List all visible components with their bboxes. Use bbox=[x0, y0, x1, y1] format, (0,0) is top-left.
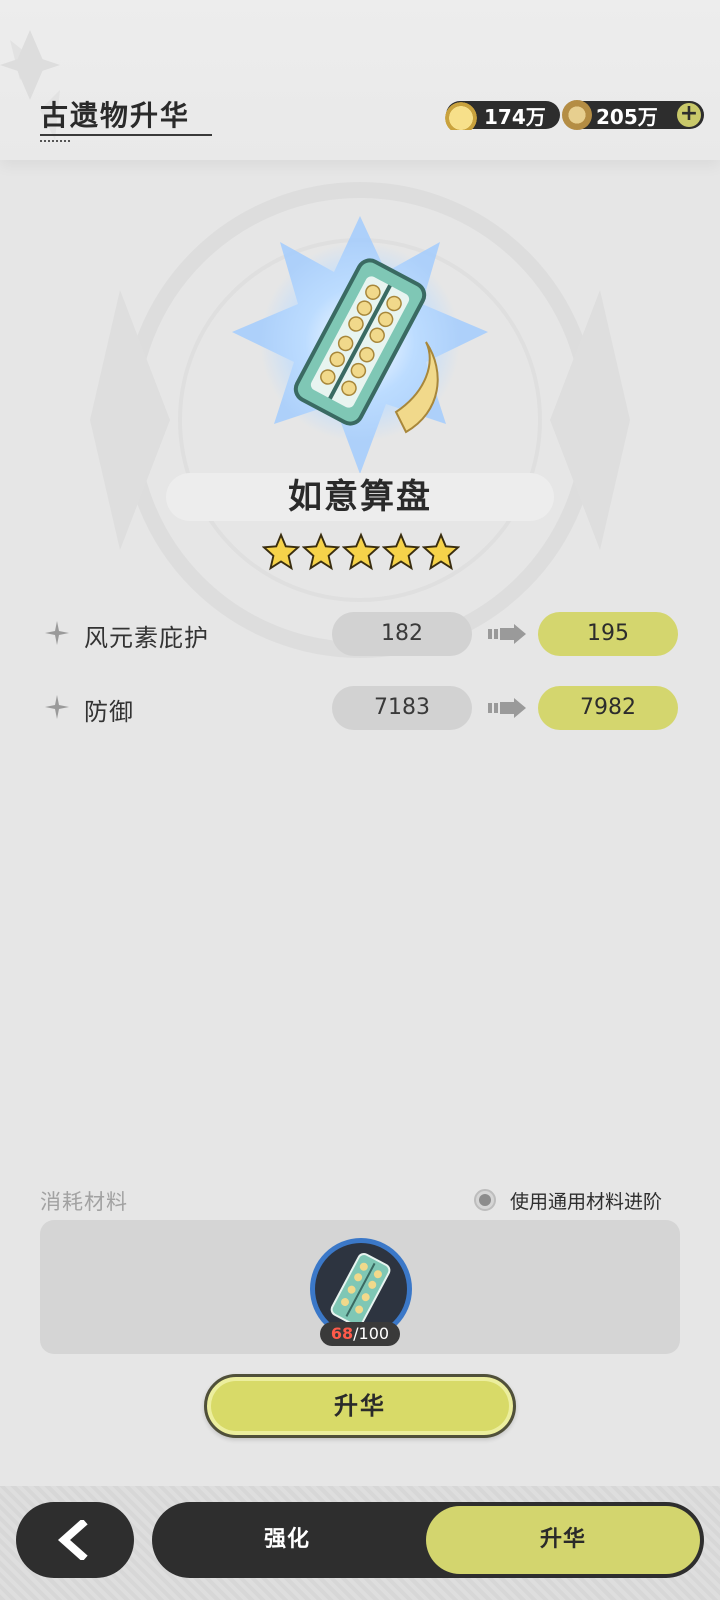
materials-label: 消耗材料 bbox=[40, 1190, 128, 1214]
title-dots bbox=[40, 140, 72, 142]
arrow-right-icon bbox=[488, 624, 526, 644]
page-title: 古遗物升华 bbox=[40, 99, 191, 132]
add-currency-button[interactable]: + bbox=[677, 103, 701, 127]
stat-row: 风元素庇护 182 195 bbox=[44, 612, 684, 656]
star-icon bbox=[262, 532, 300, 571]
coin-icon bbox=[562, 100, 592, 130]
star-icon bbox=[382, 532, 420, 571]
currency-coins[interactable]: 205万 + bbox=[562, 100, 704, 130]
stat-label: 防御 bbox=[84, 698, 134, 726]
currency-amount: 174万 bbox=[484, 104, 546, 129]
stat-label: 风元素庇护 bbox=[84, 624, 209, 652]
relic-name: 如意算盘 bbox=[166, 473, 554, 521]
sparkle-icon bbox=[45, 695, 69, 719]
stat-current-value: 182 bbox=[332, 612, 472, 656]
title-underline bbox=[40, 134, 212, 136]
generic-material-label[interactable]: 使用通用材料进阶 bbox=[510, 1187, 662, 1214]
emblem-decoration-icon bbox=[0, 30, 60, 140]
abacus-relic-icon bbox=[232, 216, 488, 474]
star-icon bbox=[302, 532, 340, 571]
back-button[interactable] bbox=[16, 1502, 134, 1578]
ascend-button[interactable]: 升华 bbox=[204, 1374, 516, 1438]
currency-materials[interactable]: 174万 bbox=[442, 100, 560, 130]
stat-current-value: 7183 bbox=[332, 686, 472, 730]
tab-enhance[interactable]: 强化 bbox=[152, 1502, 422, 1578]
generic-material-radio[interactable] bbox=[474, 1189, 496, 1211]
tab-bar: 强化 升华 bbox=[152, 1502, 704, 1578]
stat-row: 防御 7183 7982 bbox=[44, 686, 684, 730]
sparkle-icon bbox=[45, 621, 69, 645]
star-icon bbox=[422, 532, 460, 571]
star-icon bbox=[342, 532, 380, 571]
stat-next-value: 7982 bbox=[538, 686, 678, 730]
material-count-badge: 68/100 bbox=[320, 1322, 400, 1346]
material-have-count: 68 bbox=[330, 1324, 354, 1343]
material-need-count: /100 bbox=[353, 1324, 390, 1343]
arrow-right-icon bbox=[488, 698, 526, 718]
material-pile-icon bbox=[442, 100, 480, 130]
currency-amount: 205万 bbox=[596, 104, 658, 129]
chevron-left-icon bbox=[57, 1520, 88, 1560]
star-rating bbox=[262, 532, 462, 576]
header: 古遗物升华 174万 205万 + bbox=[0, 0, 720, 160]
tab-ascend[interactable]: 升华 bbox=[426, 1506, 700, 1574]
stat-next-value: 195 bbox=[538, 612, 678, 656]
